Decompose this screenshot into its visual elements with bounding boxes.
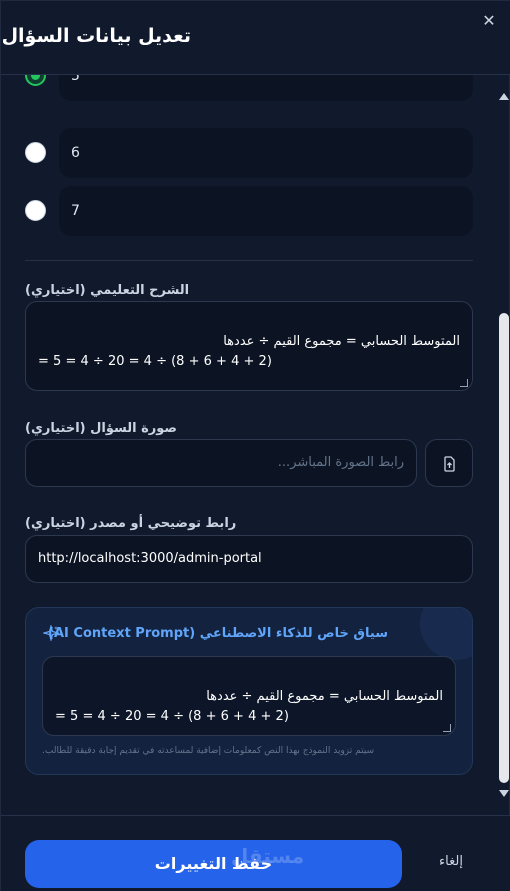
watermark-logo: مستقل — [231, 844, 305, 868]
ai-context-hint: سيتم تزويد النموذج بهذا النص كمعلومات إض… — [42, 746, 375, 756]
scroll-up-arrow-icon[interactable] — [499, 93, 509, 100]
option-radio[interactable] — [25, 75, 46, 86]
option-value-field[interactable]: 5 — [59, 75, 473, 101]
save-changes-button[interactable]: حفظ التغييرات — [25, 840, 402, 888]
ai-context-panel: سياق خاص للذكاء الاصطناعي (AI Context Pr… — [25, 607, 473, 775]
answer-option: 5 — [25, 75, 473, 101]
image-label: صورة السؤال (اختياري) — [25, 421, 177, 436]
option-radio[interactable] — [25, 200, 46, 221]
upload-image-button[interactable] — [425, 439, 473, 487]
answer-option: 6 — [25, 128, 473, 178]
resize-handle[interactable] — [460, 379, 468, 387]
explanation-label: الشرح التعليمي (اختياري) — [25, 283, 190, 298]
cancel-button[interactable]: إلغاء — [431, 854, 471, 869]
ai-context-textarea[interactable]: المتوسط الحسابي = مجموع القيم ÷ عددها = … — [42, 656, 456, 736]
image-url-input[interactable]: رابط الصورة المباشر... — [25, 439, 417, 487]
modal-footer: حفظ التغييرات مستقل إلغاء — [1, 815, 510, 891]
close-icon[interactable]: ✕ — [479, 11, 499, 31]
modal-title: تعديل بيانات السؤال — [1, 25, 191, 47]
scroll-down-arrow-icon[interactable] — [499, 790, 509, 797]
option-value-field[interactable]: 7 — [59, 186, 473, 236]
source-label: رابط توضيحي أو مصدر (اختياري) — [25, 516, 237, 531]
resize-handle[interactable] — [443, 724, 451, 732]
option-radio[interactable] — [25, 142, 46, 163]
option-value-field[interactable]: 6 — [59, 128, 473, 178]
modal-header: تعديل بيانات السؤال ✕ — [1, 1, 510, 75]
source-url-input[interactable]: http://localhost:3000/admin-portal — [25, 535, 473, 583]
decorative-corner — [420, 608, 472, 660]
explanation-textarea[interactable]: المتوسط الحسابي = مجموع القيم ÷ عددها = … — [25, 301, 473, 391]
section-divider — [25, 260, 473, 261]
modal-body: 5 6 7 الشرح التعليمي (اختياري) المتوسط ا… — [1, 75, 497, 815]
scrollbar-thumb[interactable] — [499, 313, 509, 783]
ai-context-title: سياق خاص للذكاء الاصطناعي (AI Context Pr… — [48, 626, 388, 641]
ai-context-text: المتوسط الحسابي = مجموع القيم ÷ عددها = … — [55, 689, 443, 724]
edit-question-modal: تعديل بيانات السؤال ✕ 5 6 7 الشرح التعلي… — [0, 0, 510, 891]
upload-icon — [444, 456, 455, 472]
scrollbar[interactable] — [497, 89, 510, 801]
answer-option: 7 — [25, 186, 473, 236]
explanation-text: المتوسط الحسابي = مجموع القيم ÷ عددها = … — [38, 334, 460, 369]
